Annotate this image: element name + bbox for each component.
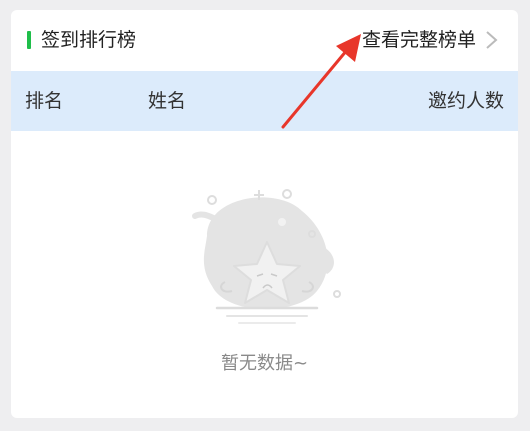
view-full-list-link[interactable]: 查看完整榜单 — [362, 24, 502, 56]
chevron-right-icon — [486, 31, 498, 49]
empty-star-icon — [192, 189, 341, 324]
ranking-card: 签到排行榜 查看完整榜单 排名 姓名 邀约人数 暂无数据~ — [11, 10, 518, 418]
view-full-list-label: 查看完整榜单 — [361, 29, 476, 51]
empty-state-text: 暂无数据~ — [220, 353, 309, 374]
column-name: 姓名 — [148, 90, 187, 112]
column-rank: 排名 — [25, 90, 64, 112]
title-accent-bar — [27, 31, 31, 49]
column-invite-count: 邀约人数 — [427, 90, 504, 112]
card-header: 签到排行榜 查看完整榜单 — [11, 10, 518, 71]
card-title: 签到排行榜 — [41, 29, 137, 51]
table-header: 排名 姓名 邀约人数 — [11, 71, 518, 131]
